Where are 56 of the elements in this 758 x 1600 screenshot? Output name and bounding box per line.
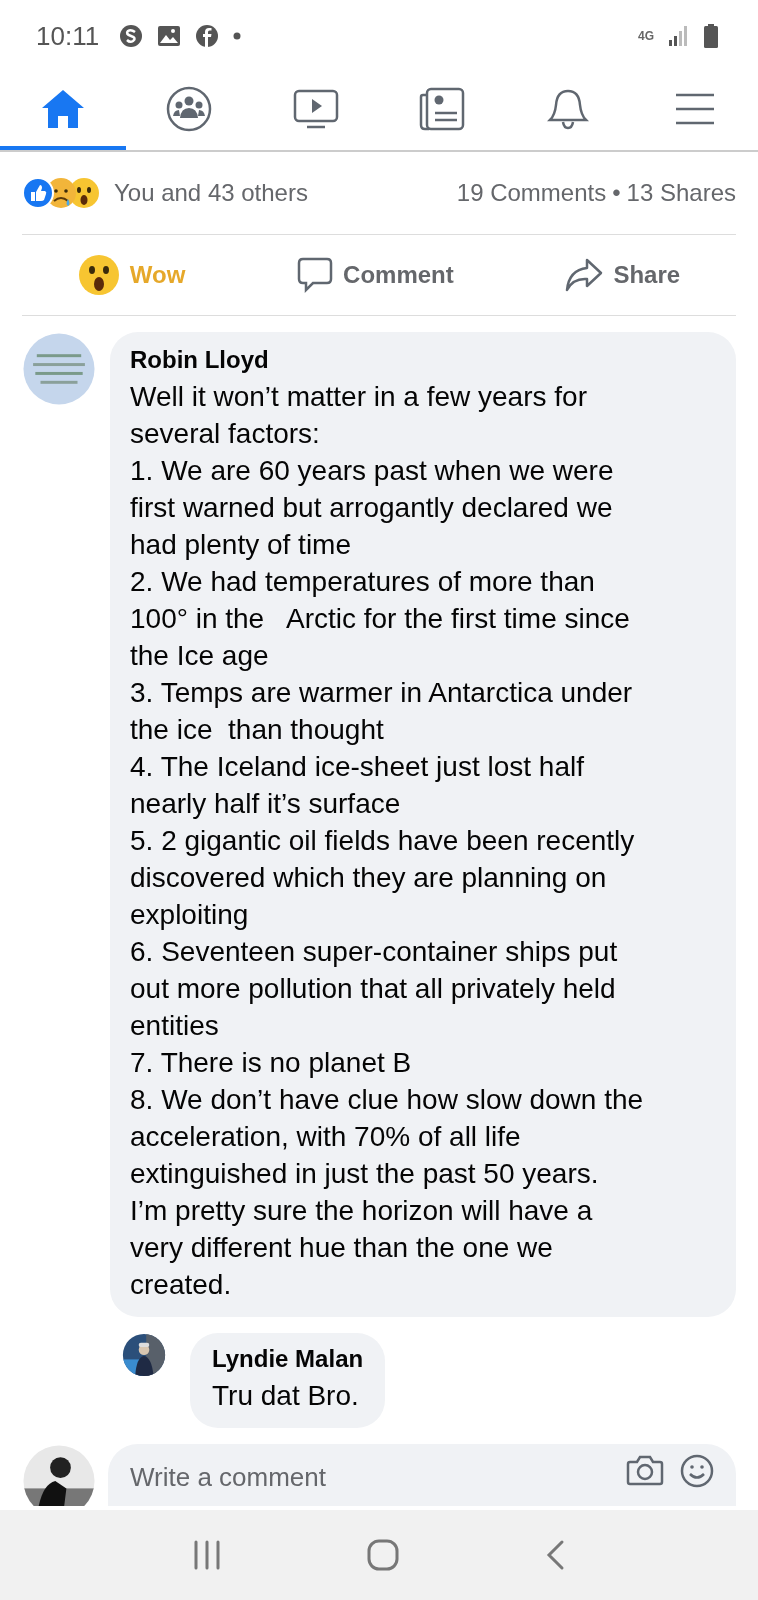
comment-text-line: entities bbox=[130, 1009, 220, 1043]
comment-text-line: I’m pretty sure the horizon will have a bbox=[130, 1194, 594, 1228]
emoji-icon bbox=[680, 1454, 714, 1488]
comment-text-line: had plenty of time bbox=[130, 528, 353, 562]
comment-text-line: 2. We had temperatures of more than bbox=[130, 565, 596, 599]
recent-apps-icon[interactable] bbox=[193, 1540, 221, 1570]
comment-text-line: several factors: bbox=[130, 417, 321, 451]
comment-text-line: acceleration, with 70% of all life bbox=[130, 1120, 522, 1154]
home-button-icon[interactable] bbox=[367, 1539, 399, 1571]
comment-text-line: created. bbox=[130, 1268, 233, 1302]
clock-time: 10:11 bbox=[36, 20, 100, 52]
comment-text-line: discovered which they are planning on bbox=[130, 861, 608, 895]
comment-text-line: extinguished in just the past 50 years. bbox=[130, 1157, 600, 1191]
comment-text-line: Well it won’t matter in a few years for bbox=[130, 380, 588, 414]
comment-field[interactable]: Write a comment bbox=[108, 1444, 736, 1506]
comment-text-line: first warned but arrogantly declared we bbox=[130, 491, 614, 525]
facebook-icon bbox=[195, 24, 220, 48]
wow-emoji-icon bbox=[77, 254, 120, 296]
battery-icon bbox=[704, 24, 718, 48]
comment-text-line: 100° in the Arctic for the first time since bbox=[130, 602, 631, 636]
comment-text-line: very different hue than the one we bbox=[130, 1231, 554, 1265]
comment-text-line: 7. There is no planet B bbox=[130, 1046, 413, 1080]
comment-text-line: exploiting bbox=[130, 898, 250, 932]
comment-text-line: 6. Seventeen super-container ships put bbox=[130, 935, 619, 969]
comment-text-line: out more pollution that all privately held bbox=[130, 972, 617, 1006]
share-arrow-icon bbox=[565, 258, 604, 292]
back-icon[interactable] bbox=[545, 1539, 565, 1571]
bell-icon bbox=[547, 87, 590, 131]
reply-text-line: Tru dat Bro. bbox=[212, 1379, 360, 1413]
comment-button[interactable]: Comment bbox=[289, 253, 462, 297]
comment-text-line: 3. Temps are warmer in Antarctica under bbox=[130, 676, 634, 710]
separator-dot: • bbox=[612, 179, 621, 207]
notification-dot-icon bbox=[233, 32, 242, 40]
reply-author[interactable]: Lyndie Malan bbox=[212, 1345, 364, 1373]
camera-icon bbox=[626, 1454, 664, 1486]
comments-count[interactable]: 19 Comments bbox=[456, 179, 607, 207]
comment-text-line: 8. We don’t have clue how slow down the bbox=[130, 1083, 645, 1117]
skype-icon bbox=[119, 24, 144, 48]
comment-text-line: nearly half it’s surface bbox=[130, 787, 402, 821]
image-icon bbox=[157, 25, 182, 47]
share-button[interactable]: Share bbox=[557, 254, 689, 296]
comment-text-line: the Ice age bbox=[130, 639, 270, 673]
newspaper-icon bbox=[419, 87, 466, 131]
video-icon bbox=[292, 88, 339, 130]
speech-bubble-icon bbox=[297, 257, 334, 293]
comment-text-line: the ice than thought bbox=[130, 713, 385, 747]
network-type: 4G bbox=[638, 30, 654, 42]
comment-text-line: 1. We are 60 years past when we were bbox=[130, 454, 615, 488]
comment-text-line: 4. The Iceland ice-sheet just lost half bbox=[130, 750, 585, 784]
signal-icon bbox=[668, 25, 690, 47]
menu-icon bbox=[674, 92, 715, 126]
reactions-summary[interactable]: You and 43 others bbox=[114, 179, 308, 207]
shares-count[interactable]: 13 Shares bbox=[626, 179, 736, 207]
comment-author[interactable]: Robin Lloyd bbox=[130, 346, 716, 374]
comment-text-line: 5. 2 gigantic oil fields have been recently bbox=[130, 824, 636, 858]
groups-icon bbox=[166, 86, 213, 132]
